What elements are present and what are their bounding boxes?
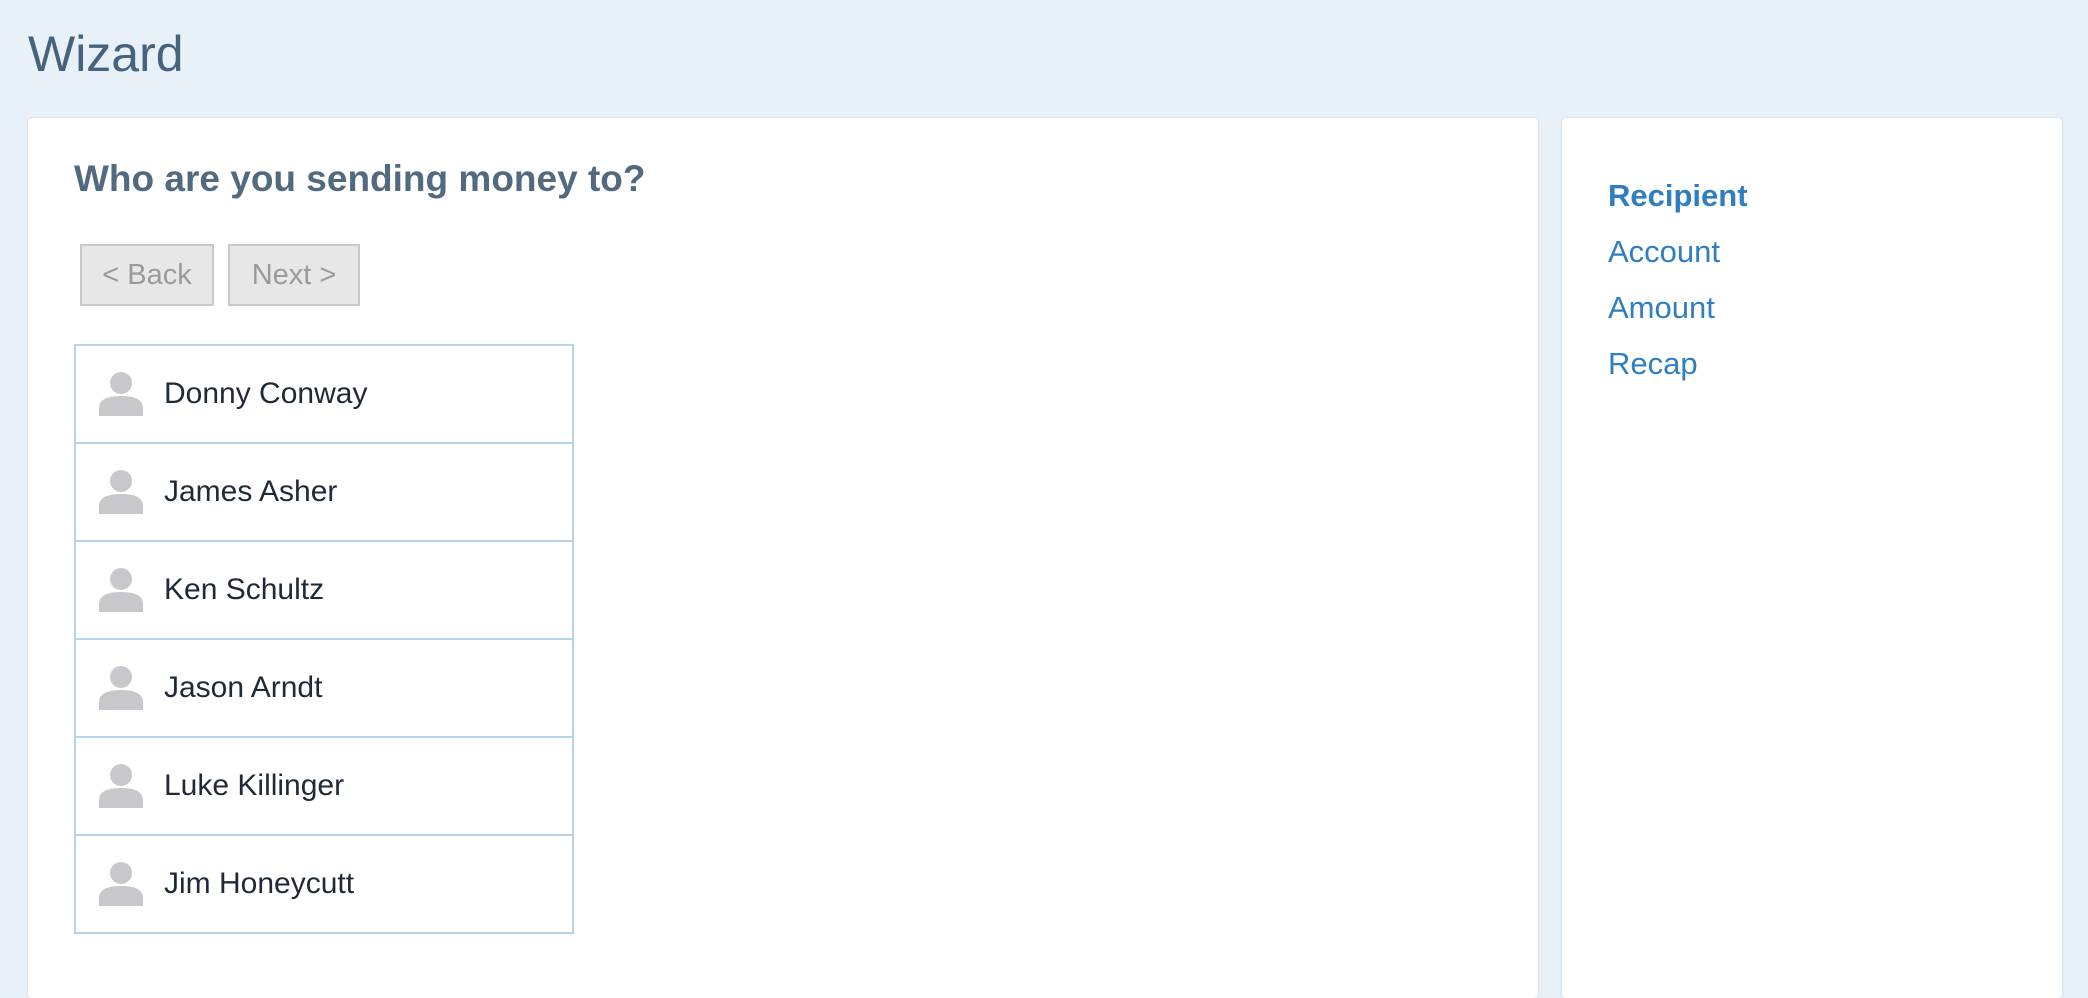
- recipient-item[interactable]: Jim Honeycutt: [76, 836, 572, 932]
- wizard-steps-nav: Recipient Account Amount Recap: [1608, 168, 1748, 392]
- recipient-item[interactable]: Luke Killinger: [76, 738, 572, 836]
- recipient-item[interactable]: Jason Arndt: [76, 640, 572, 738]
- step-recipient[interactable]: Recipient: [1608, 168, 1748, 224]
- user-silhouette-icon: [99, 568, 143, 612]
- recipient-name: Jason Arndt: [164, 671, 323, 704]
- recipient-item[interactable]: Ken Schultz: [76, 542, 572, 640]
- page-title: Wizard: [28, 26, 184, 82]
- step-amount[interactable]: Amount: [1608, 280, 1748, 336]
- step-recap[interactable]: Recap: [1608, 336, 1748, 392]
- recipient-name: Donny Conway: [164, 377, 368, 410]
- user-silhouette-icon: [99, 470, 143, 514]
- user-silhouette-icon: [99, 666, 143, 710]
- next-button[interactable]: Next >: [228, 244, 360, 306]
- user-silhouette-icon: [99, 372, 143, 416]
- step-question: Who are you sending money to?: [74, 158, 646, 199]
- recipient-name: Jim Honeycutt: [164, 867, 355, 900]
- recipient-item[interactable]: Donny Conway: [76, 346, 572, 444]
- wizard-steps-panel: Recipient Account Amount Recap: [1562, 118, 2062, 998]
- recipient-panel: Who are you sending money to? < Back Nex…: [28, 118, 1538, 998]
- recipient-name: James Asher: [164, 475, 338, 508]
- user-silhouette-icon: [99, 862, 143, 906]
- recipient-list: Donny Conway James Asher Ken Schultz Jas…: [74, 344, 574, 934]
- recipient-name: Ken Schultz: [164, 573, 325, 606]
- recipient-name: Luke Killinger: [164, 769, 345, 802]
- back-button[interactable]: < Back: [80, 244, 214, 306]
- step-account[interactable]: Account: [1608, 224, 1748, 280]
- recipient-item[interactable]: James Asher: [76, 444, 572, 542]
- user-silhouette-icon: [99, 764, 143, 808]
